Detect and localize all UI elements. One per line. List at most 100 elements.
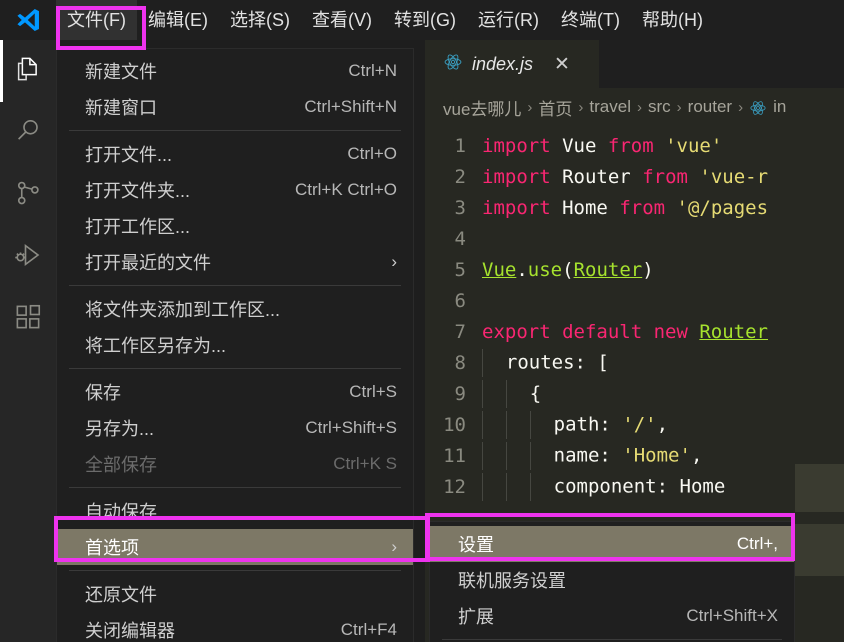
minimap-block[interactable] bbox=[795, 524, 844, 576]
chevron-right-icon: › bbox=[527, 98, 533, 116]
menu-title-go[interactable]: 转到(G) bbox=[383, 0, 467, 40]
menu-item-label: 扩展 bbox=[458, 607, 494, 627]
breadcrumb-item-1[interactable]: 首页 bbox=[538, 95, 572, 120]
line-number: 7 bbox=[454, 320, 466, 343]
editor-tab-index-js[interactable]: index.js ✕ bbox=[425, 40, 599, 88]
sidebar-item-explorer[interactable] bbox=[0, 40, 56, 102]
code-line: 4 bbox=[425, 223, 844, 254]
react-js-file-icon bbox=[749, 97, 767, 117]
code-line: 10 path: '/', bbox=[425, 409, 844, 440]
line-content: component: Home bbox=[482, 472, 725, 501]
menu-title-run[interactable]: 运行(R) bbox=[467, 0, 550, 40]
breadcrumb: vue去哪儿 › 首页 › travel › src › router › in bbox=[425, 88, 844, 126]
menu-item-label: 首选项 bbox=[85, 538, 139, 558]
line-number: 1 bbox=[454, 134, 466, 157]
menu-item-save-all: 全部保存 Ctrl+K S bbox=[57, 446, 413, 482]
sidebar-item-search[interactable] bbox=[0, 102, 56, 164]
line-content: Vue.use(Router) bbox=[482, 258, 654, 281]
menu-item-label: 设置 bbox=[458, 535, 494, 555]
menu-item-label: 新建窗口 bbox=[85, 98, 157, 118]
line-content: import Home from '@/pages bbox=[482, 196, 769, 219]
menu-item-label: 另存为... bbox=[85, 419, 155, 439]
menu-item-close-editor[interactable]: 关闭编辑器 Ctrl+F4 bbox=[57, 612, 413, 642]
line-number: 8 bbox=[454, 351, 466, 374]
close-icon[interactable]: ✕ bbox=[554, 55, 570, 74]
files-icon bbox=[13, 54, 43, 89]
line-number: 3 bbox=[454, 196, 466, 219]
breadcrumb-item-5[interactable]: in bbox=[773, 97, 786, 117]
menu-item-add-folder-to-workspace[interactable]: 将文件夹添加到工作区... bbox=[57, 291, 413, 327]
line-content: export default new Router bbox=[482, 320, 768, 343]
sidebar-item-source-control[interactable] bbox=[0, 164, 56, 226]
menu-item-open-folder[interactable]: 打开文件夹... Ctrl+K Ctrl+O bbox=[57, 172, 413, 208]
file-dropdown-menu[interactable]: 新建文件 Ctrl+N 新建窗口 Ctrl+Shift+N 打开文件... Ct… bbox=[56, 48, 414, 642]
menu-separator bbox=[69, 368, 401, 369]
menu-separator bbox=[69, 285, 401, 286]
menu-item-extensions[interactable]: 扩展 Ctrl+Shift+X bbox=[430, 598, 794, 634]
code-line: 3 import Home from '@/pages bbox=[425, 192, 844, 223]
line-number: 4 bbox=[454, 227, 466, 250]
chevron-right-icon: › bbox=[578, 98, 584, 116]
search-icon bbox=[13, 116, 43, 151]
line-content: name: 'Home', bbox=[482, 441, 702, 470]
menu-item-label: 新建文件 bbox=[85, 62, 157, 82]
minimap-block[interactable] bbox=[795, 464, 844, 512]
line-number: 9 bbox=[454, 382, 466, 405]
line-content: path: '/', bbox=[482, 410, 668, 439]
menu-item-save-workspace-as[interactable]: 将工作区另存为... bbox=[57, 327, 413, 363]
menu-item-online-services-settings[interactable]: 联机服务设置 bbox=[430, 562, 794, 598]
menu-title-terminal[interactable]: 终端(T) bbox=[550, 0, 631, 40]
breadcrumb-item-0[interactable]: vue去哪儿 bbox=[443, 95, 521, 120]
menu-item-preferences[interactable]: 首选项 › bbox=[57, 529, 413, 565]
preferences-submenu[interactable]: 设置 Ctrl+, 联机服务设置 扩展 Ctrl+Shift+X bbox=[429, 521, 795, 642]
sidebar-item-run-debug[interactable] bbox=[0, 226, 56, 288]
line-number: 11 bbox=[443, 444, 466, 467]
breadcrumb-item-3[interactable]: src bbox=[648, 97, 671, 117]
menu-item-save-as[interactable]: 另存为... Ctrl+Shift+S bbox=[57, 410, 413, 446]
menu-separator bbox=[442, 639, 782, 640]
code-line: 6 bbox=[425, 285, 844, 316]
vscode-window: 文件(F) 编辑(E) 选择(S) 查看(V) 转到(G) 运行(R) 终端(T… bbox=[0, 0, 844, 642]
menu-item-accelerator: Ctrl+K S bbox=[333, 454, 397, 473]
menu-item-label: 关闭编辑器 bbox=[85, 621, 175, 641]
chevron-right-icon: › bbox=[391, 252, 397, 271]
menu-title-help[interactable]: 帮助(H) bbox=[631, 0, 714, 40]
menu-item-open-file[interactable]: 打开文件... Ctrl+O bbox=[57, 136, 413, 172]
menu-item-label: 打开文件夹... bbox=[85, 181, 191, 201]
menu-title-selection[interactable]: 选择(S) bbox=[219, 0, 301, 40]
code-line: 1 import Vue from 'vue' bbox=[425, 130, 844, 161]
react-js-file-icon bbox=[443, 52, 463, 77]
sidebar-item-extensions[interactable] bbox=[0, 288, 56, 350]
menu-item-auto-save[interactable]: 自动保存 bbox=[57, 493, 413, 529]
breadcrumb-item-2[interactable]: travel bbox=[589, 97, 631, 117]
menu-item-settings[interactable]: 设置 Ctrl+, bbox=[430, 526, 794, 562]
activity-bar bbox=[0, 40, 56, 642]
menu-item-label: 全部保存 bbox=[85, 455, 157, 475]
menu-title-view[interactable]: 查看(V) bbox=[301, 0, 383, 40]
menu-item-label: 将文件夹添加到工作区... bbox=[85, 300, 281, 320]
code-line: 7 export default new Router bbox=[425, 316, 844, 347]
menu-title-file[interactable]: 文件(F) bbox=[56, 0, 137, 40]
menu-title-edit[interactable]: 编辑(E) bbox=[137, 0, 219, 40]
chevron-right-icon: › bbox=[391, 537, 397, 556]
menu-item-revert-file[interactable]: 还原文件 bbox=[57, 576, 413, 612]
breadcrumb-item-4[interactable]: router bbox=[688, 97, 732, 117]
menu-item-new-file[interactable]: 新建文件 Ctrl+N bbox=[57, 53, 413, 89]
run-and-debug-icon bbox=[13, 240, 43, 275]
menu-item-open-recent[interactable]: 打开最近的文件 › bbox=[57, 244, 413, 280]
editor-tab-bar: index.js ✕ bbox=[425, 40, 844, 88]
menu-item-save[interactable]: 保存 Ctrl+S bbox=[57, 374, 413, 410]
code-line: 2 import Router from 'vue-r bbox=[425, 161, 844, 192]
vscode-logo-icon bbox=[0, 0, 56, 40]
menu-item-label: 自动保存 bbox=[85, 502, 157, 522]
menu-separator bbox=[69, 130, 401, 131]
code-line: 5 Vue.use(Router) bbox=[425, 254, 844, 285]
menu-item-label: 将工作区另存为... bbox=[85, 336, 227, 356]
menu-item-accelerator: Ctrl+K Ctrl+O bbox=[294, 180, 397, 199]
menu-bar[interactable]: 文件(F) 编辑(E) 选择(S) 查看(V) 转到(G) 运行(R) 终端(T… bbox=[56, 0, 714, 40]
menu-item-label: 打开最近的文件 bbox=[85, 253, 211, 273]
menu-item-new-window[interactable]: 新建窗口 Ctrl+Shift+N bbox=[57, 89, 413, 125]
menu-item-label: 保存 bbox=[85, 383, 121, 403]
menu-item-open-workspace[interactable]: 打开工作区... bbox=[57, 208, 413, 244]
line-content: import Router from 'vue-r bbox=[482, 165, 769, 188]
